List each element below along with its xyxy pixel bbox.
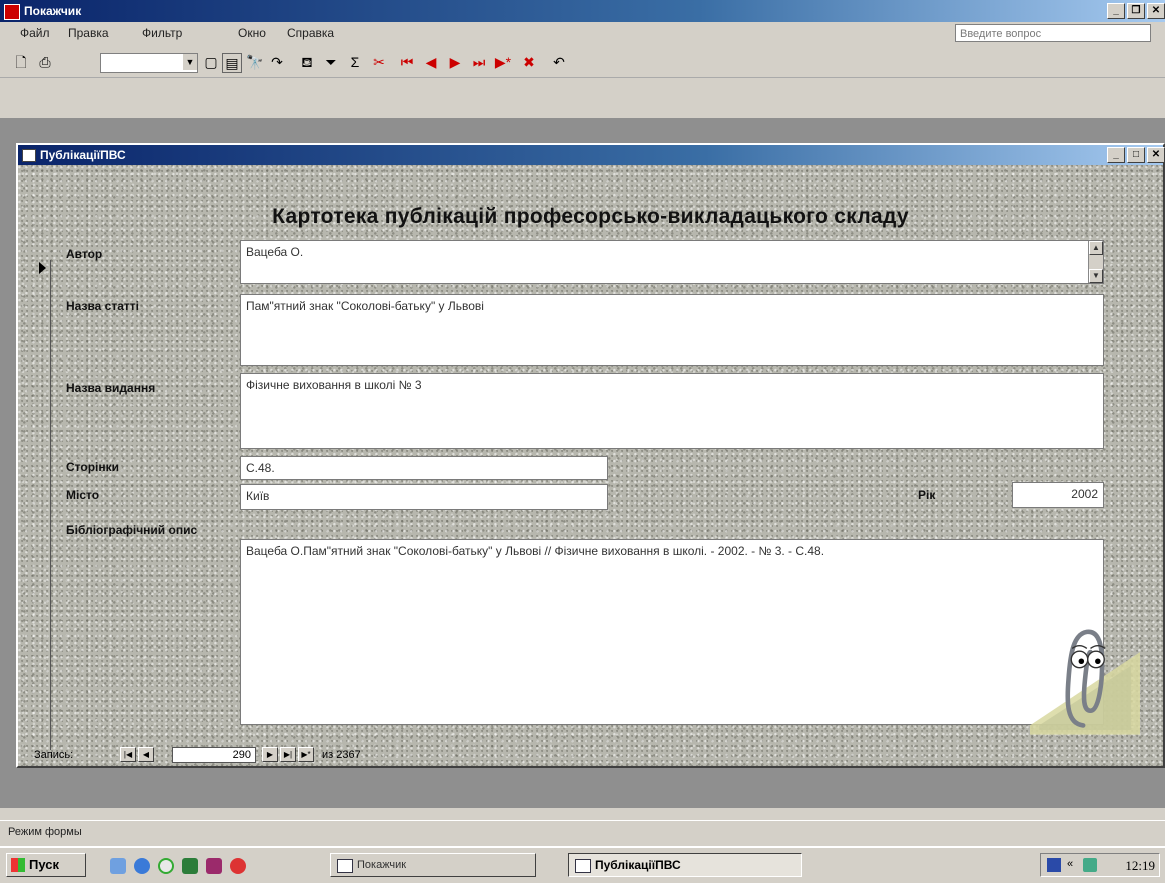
previous-record-icon[interactable]: ◀ [422, 53, 440, 71]
city-label: Місто [66, 488, 100, 502]
menu-filter[interactable]: Фильтр [142, 26, 182, 40]
filter-by-selection-icon[interactable]: ⛾ [298, 53, 316, 71]
restore-icon[interactable]: ❐ [1127, 3, 1145, 19]
form-heading: Картотека публікацій професорсько-виклад… [272, 205, 909, 228]
article-title-label: Назва статті [66, 299, 139, 313]
start-label: Пуск [29, 857, 59, 872]
task-publikatsii[interactable]: ПублікаціїПВС [568, 853, 802, 877]
sum-icon[interactable]: Σ [346, 53, 364, 71]
minimize-icon[interactable]: _ [1107, 147, 1125, 163]
pages-label: Сторінки [66, 460, 120, 474]
scroll-down-icon[interactable]: ▼ [1089, 269, 1103, 283]
delete-record-icon[interactable]: ✖ [520, 53, 538, 71]
first-record-icon[interactable]: ⏮ [398, 53, 416, 71]
minimize-icon[interactable]: _ [1107, 3, 1125, 19]
task-pokazhchyk[interactable]: Покажчик [330, 853, 536, 877]
year-label: Рік [918, 488, 936, 502]
bibliographic-field[interactable]: Вацеба О.Пам"ятний знак "Соколові-батьку… [240, 539, 1104, 725]
task-label: Покажчик [357, 859, 407, 871]
office-assistant-clippy-icon[interactable] [1030, 610, 1140, 740]
form-grid-icon [22, 149, 36, 162]
windows-taskbar: Пуск Покажчик ПублікаціїПВС « 12:19 [0, 846, 1165, 883]
start-button[interactable]: Пуск [6, 853, 86, 877]
ask-question-input[interactable]: Введите вопрос [955, 24, 1151, 42]
view-combo[interactable]: ▼ [100, 53, 198, 73]
record-navigation: Запись: |◀ ◀ 290 ▶ ▶| ▶* из 2367 [18, 744, 1163, 766]
clock[interactable]: 12:19 [1125, 858, 1155, 874]
author-field[interactable]: Вацеба О. ▲ ▼ [240, 240, 1104, 284]
year-field[interactable]: 2002 [1012, 482, 1104, 508]
find-icon[interactable]: 🔭 [246, 53, 264, 71]
close-icon[interactable]: ✕ [1147, 3, 1165, 19]
form-window-icon [575, 859, 591, 873]
desktop-icon[interactable] [110, 858, 126, 874]
excel-icon[interactable] [182, 858, 198, 874]
next-record-icon[interactable]: ▶ [446, 53, 464, 71]
undo-icon[interactable]: ↶ [550, 53, 568, 71]
maximize-icon[interactable]: □ [1127, 147, 1145, 163]
publication-label: Назва видання [66, 381, 156, 395]
author-value: Вацеба О. [246, 245, 304, 259]
task-label: ПублікаціїПВС [595, 858, 681, 872]
record-number-input[interactable]: 290 [172, 747, 256, 763]
nav-new-button[interactable]: ▶* [298, 747, 314, 762]
app-titlebar: Покажчик _ ❐ ✕ [0, 0, 1165, 22]
speaker-icon[interactable]: « [1067, 858, 1073, 870]
page-view-icon[interactable]: 🗋 [12, 53, 30, 71]
form-toolbar: 🗋 ⎙ ▼ ▢ ▤ 🔭 ↷ ⛾ ⏷ Σ ✂ ⏮ ◀ ▶ ⏭ ▶* ✖ ↶ [0, 45, 1165, 78]
close-icon[interactable]: ✕ [1147, 147, 1165, 163]
remove-filter-icon[interactable]: ✂ [370, 53, 388, 71]
author-label: Автор [66, 247, 103, 261]
record-selector[interactable] [36, 260, 51, 750]
form-body: Картотека публікацій професорсько-виклад… [18, 165, 1163, 766]
form-titlebar: ПублікаціїПВС _ □ ✕ [18, 145, 1165, 165]
menu-help[interactable]: Справка [287, 26, 334, 40]
author-scrollbar[interactable]: ▲ ▼ [1088, 241, 1103, 283]
article-title-field[interactable]: Пам"ятний знак "Соколові-батьку" у Львов… [240, 294, 1104, 366]
system-tray: « 12:19 [1040, 853, 1160, 877]
record-count: из 2367 [322, 749, 361, 761]
form-title: ПублікаціїПВС [40, 148, 126, 162]
form-window-controls: _ □ ✕ [1107, 147, 1165, 163]
nav-prev-button[interactable]: ◀ [138, 747, 154, 762]
replace-icon[interactable]: ↷ [268, 53, 286, 71]
status-text: Режим формы [8, 826, 82, 838]
menu-file[interactable]: Файл [20, 26, 50, 40]
media-player-icon[interactable] [158, 858, 174, 874]
pages-field[interactable]: С.48. [240, 456, 608, 480]
access-app-icon[interactable] [4, 4, 20, 20]
windows-logo-icon [11, 858, 25, 872]
status-bar: Режим формы [0, 820, 1165, 843]
datasheet-view-icon[interactable]: ▤ [222, 53, 242, 73]
new-record-icon[interactable]: ▶* [494, 53, 512, 71]
access-icon[interactable] [206, 858, 222, 874]
filter-by-form-icon[interactable]: ⏷ [322, 53, 340, 71]
network-icon[interactable] [1083, 858, 1097, 872]
menu-window[interactable]: Окно [238, 26, 266, 40]
app-window-controls: _ ❐ ✕ [1107, 3, 1165, 19]
internet-explorer-icon[interactable] [134, 858, 150, 874]
form-window: ПублікаціїПВС _ □ ✕ Картотека публікацій… [16, 143, 1165, 768]
chevron-down-icon[interactable]: ▼ [183, 54, 197, 70]
form-view-icon[interactable]: ▢ [202, 53, 220, 71]
current-record-icon [39, 262, 46, 274]
outlook-icon[interactable] [230, 858, 246, 874]
publication-field[interactable]: Фізичне виховання в школі № 3 [240, 373, 1104, 449]
bibliographic-label: Бібліографічний опис [66, 523, 198, 537]
scroll-up-icon[interactable]: ▲ [1089, 241, 1103, 255]
language-icon[interactable] [1047, 858, 1061, 872]
nav-next-button[interactable]: ▶ [262, 747, 278, 762]
last-record-icon[interactable]: ⏭ [470, 53, 488, 71]
database-window-icon [337, 859, 353, 873]
app-title: Покажчик [24, 4, 82, 18]
menu-edit[interactable]: Правка [68, 26, 109, 40]
city-field[interactable]: Київ [240, 484, 608, 510]
print-icon[interactable]: ⎙ [36, 53, 54, 71]
record-label: Запись: [34, 749, 74, 761]
nav-first-button[interactable]: |◀ [120, 747, 136, 762]
nav-last-button[interactable]: ▶| [280, 747, 296, 762]
